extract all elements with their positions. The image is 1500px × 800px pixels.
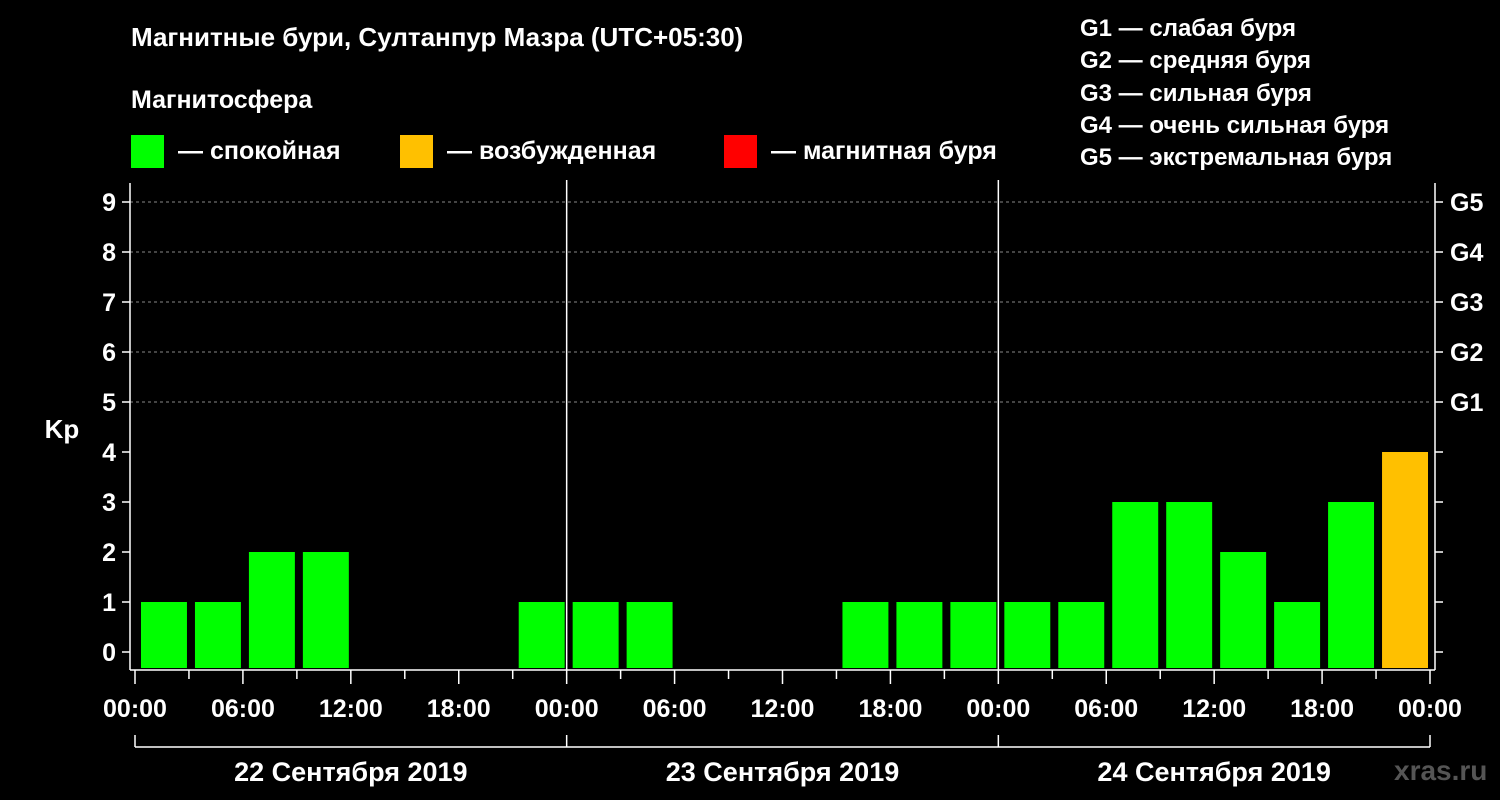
x-tick-label: 00:00 [966,695,1030,723]
g-level-label: G1 [1450,389,1483,417]
y-tick-label: 8 [102,239,116,267]
g-level-label: G3 [1450,289,1483,317]
x-tick-label: 12:00 [1182,695,1246,723]
y-tick-label: 5 [102,389,116,417]
y-tick-label: 3 [102,489,116,517]
kp-bar [950,602,997,668]
y-tick-label: 4 [102,439,116,467]
kp-bar [302,552,349,668]
x-tick-label: 18:00 [1290,695,1354,723]
kp-bar [1274,602,1321,668]
g-level-label: G2 [1450,339,1483,367]
y-tick-label: 1 [102,589,116,617]
kp-bar-chart: 0 1 2 3 4 5 6 7 8 9 G1 G2 G3 G4 G5 Kp 00:00 06:00 12:00 18:… [45,180,1483,787]
kp-bar [626,602,673,668]
kp-bar [1058,602,1105,668]
kp-bar [248,552,295,668]
x-tick-label: 12:00 [751,695,815,723]
x-tick-label: 18:00 [427,695,491,723]
kp-bar [896,602,943,668]
x-tick-label: 18:00 [858,695,922,723]
kp-bar [1382,452,1428,668]
kp-bar [842,602,889,668]
kp-bar [1220,552,1267,668]
kp-bar [572,602,619,668]
day-label: 23 Сентября 2019 [666,757,899,787]
day-label: 24 Сентября 2019 [1097,757,1330,787]
y-axis-title: Kp [45,414,80,444]
x-tick-label: 12:00 [319,695,383,723]
y-tick-label: 2 [102,539,116,567]
x-tick-label: 06:00 [643,695,707,723]
y-tick-label: 9 [102,189,116,217]
x-tick-label: 06:00 [1074,695,1138,723]
day-label: 22 Сентября 2019 [234,757,467,787]
kp-bar [1004,602,1051,668]
kp-bar [1328,502,1375,668]
x-tick-label: 06:00 [211,695,275,723]
x-tick-label: 00:00 [1398,695,1462,723]
kp-bar [1112,502,1159,668]
y-tick-label: 0 [102,639,116,667]
kp-bar [141,602,187,668]
kp-bar [194,602,241,668]
g-level-label: G4 [1450,239,1483,267]
kp-bar [1166,502,1213,668]
y-tick-label: 7 [102,289,116,317]
x-tick-label: 00:00 [103,695,167,723]
y-tick-label: 6 [102,339,116,367]
g-level-label: G5 [1450,189,1483,217]
x-tick-label: 00:00 [535,695,599,723]
kp-bar [518,602,565,668]
watermark: xras.ru [1394,755,1488,786]
